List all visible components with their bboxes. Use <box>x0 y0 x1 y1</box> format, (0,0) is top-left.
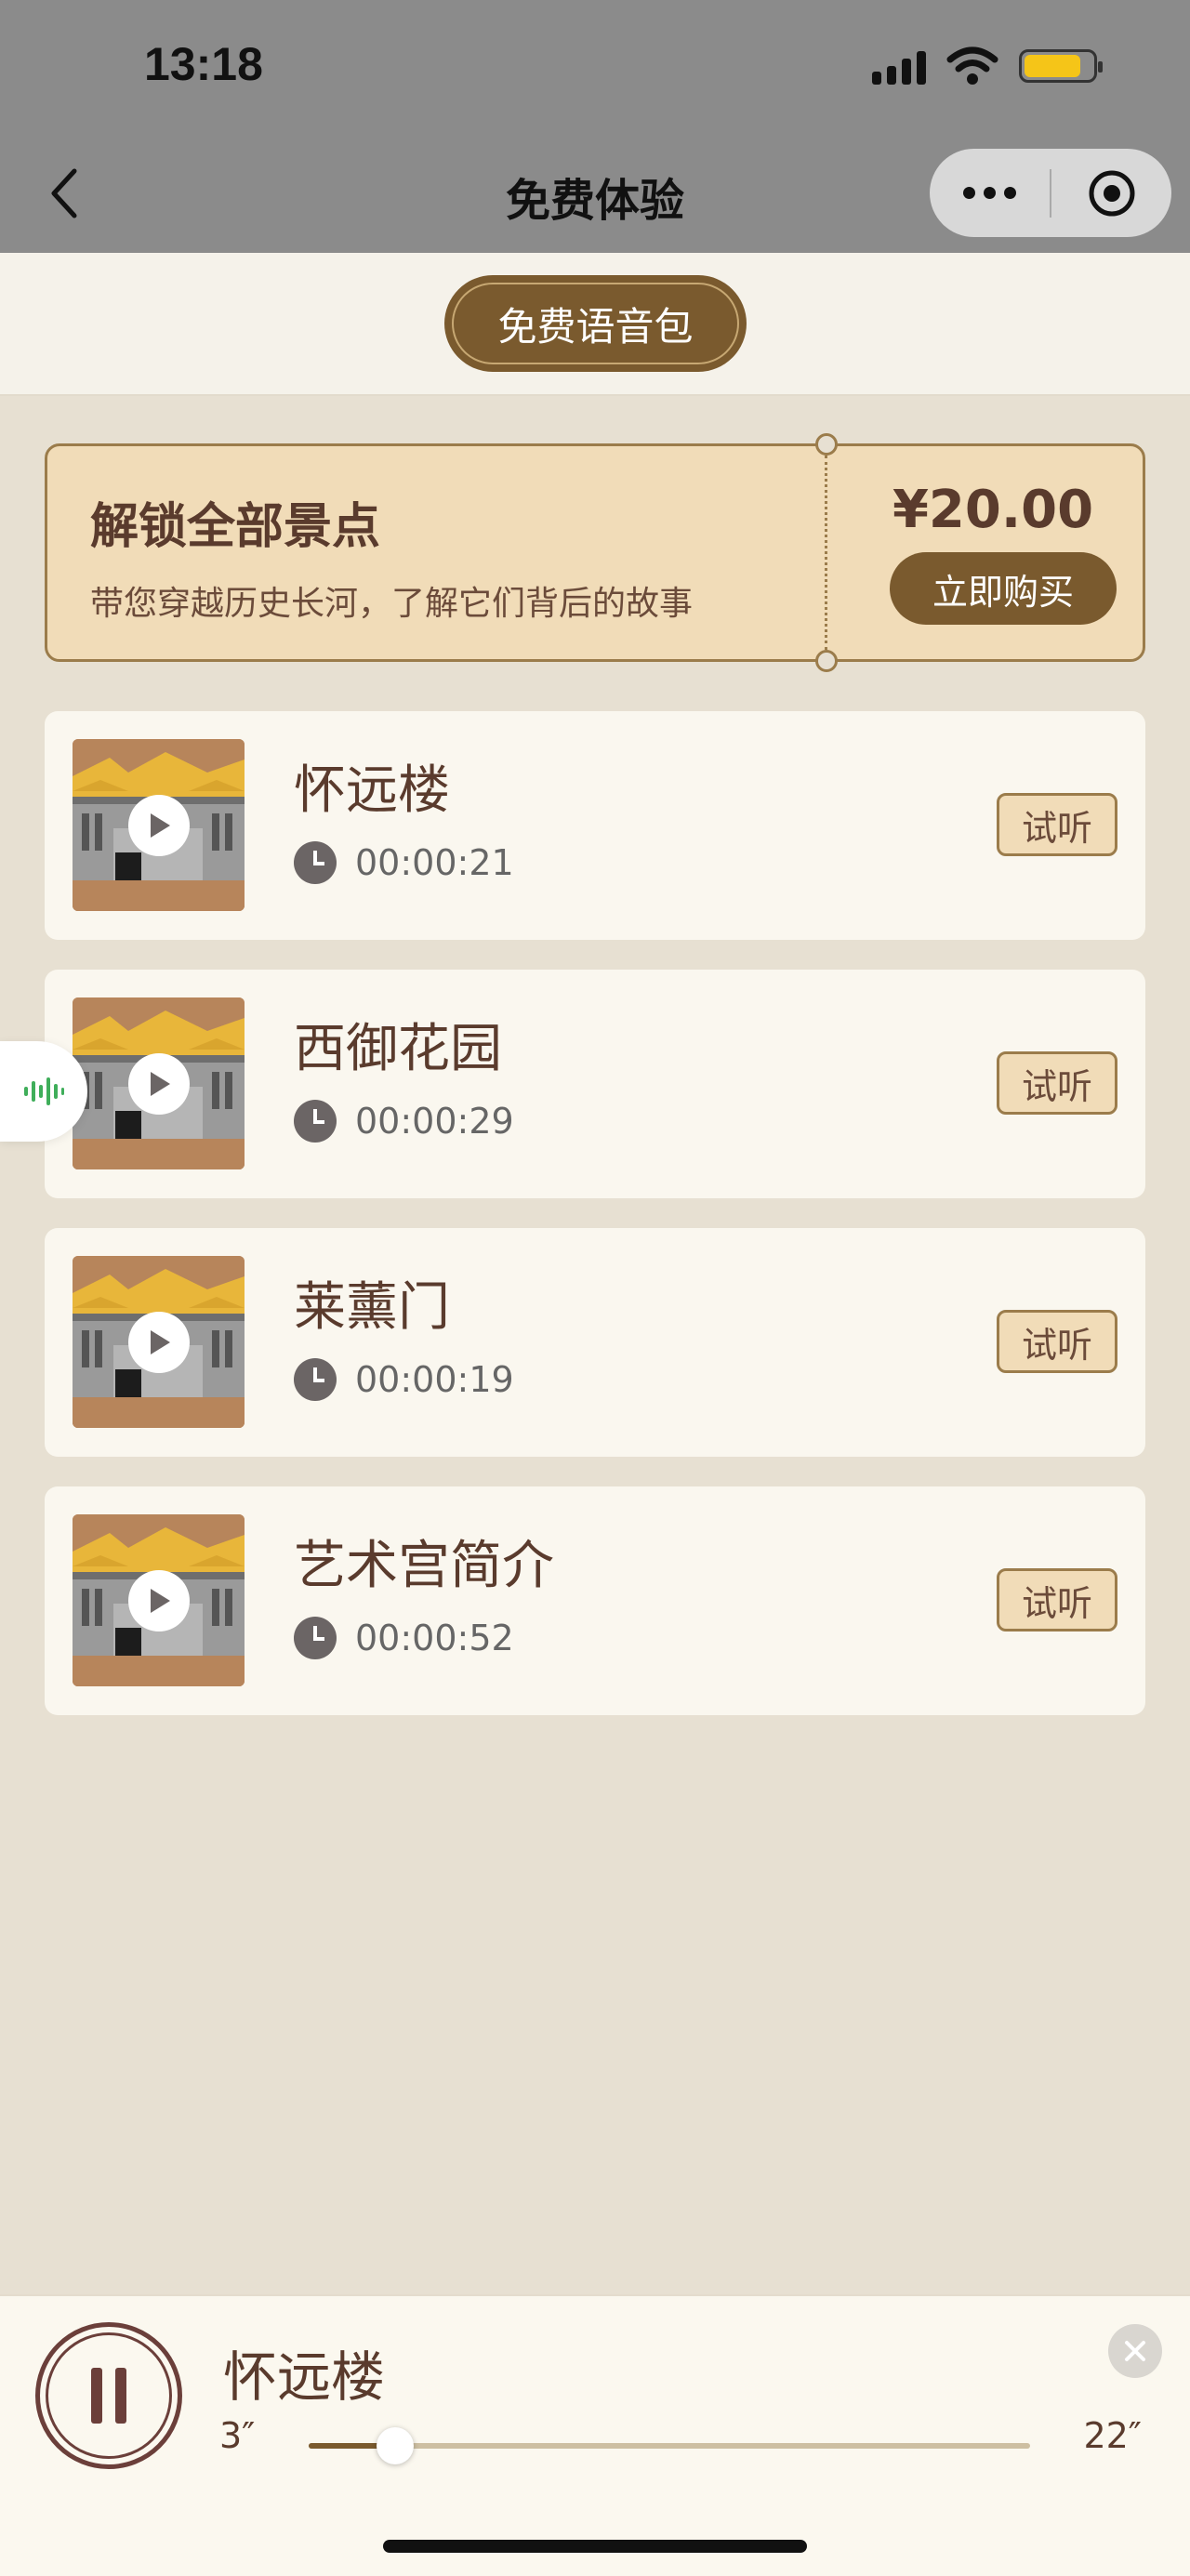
wifi-icon <box>946 46 998 85</box>
total-time: 22″ <box>1083 2415 1142 2456</box>
pill-header: 免费语音包 <box>0 253 1190 396</box>
pause-button[interactable] <box>35 2322 182 2469</box>
close-icon <box>1125 2341 1145 2361</box>
audio-player: 怀远楼 3″ 22″ <box>0 2294 1190 2576</box>
item-title: 怀远楼 <box>294 760 450 821</box>
try-listen-button[interactable]: 试听 <box>997 1310 1117 1373</box>
item-thumbnail[interactable] <box>73 1514 245 1686</box>
item-thumbnail[interactable] <box>73 739 245 911</box>
try-listen-button[interactable]: 试听 <box>997 793 1117 856</box>
free-voice-pack-label: 免费语音包 <box>497 303 694 350</box>
try-listen-button[interactable]: 试听 <box>997 1568 1117 1631</box>
status-icons <box>872 46 1103 86</box>
progress-knob[interactable] <box>377 2427 415 2464</box>
play-icon <box>151 1330 170 1354</box>
play-icon <box>151 813 170 838</box>
audio-list-item[interactable]: 怀远楼 00:00:21 试听 <box>45 711 1145 940</box>
play-icon <box>151 1589 170 1613</box>
item-title: 莱薰门 <box>294 1277 450 1338</box>
home-indicator <box>383 2540 807 2553</box>
unlock-price: ¥20.00 <box>892 480 1094 540</box>
item-duration: 00:00:21 <box>294 841 514 884</box>
play-button[interactable] <box>128 795 190 856</box>
play-button[interactable] <box>128 1053 190 1115</box>
play-button[interactable] <box>128 1312 190 1373</box>
ticket-notch <box>815 650 838 672</box>
item-duration: 00:00:19 <box>294 1358 514 1401</box>
more-dots-icon <box>963 187 975 199</box>
navigation-bar: 免费体验 <box>0 139 1190 253</box>
duration-text: 00:00:52 <box>355 1618 514 1658</box>
pause-icon <box>91 2368 126 2424</box>
item-thumbnail[interactable] <box>73 1256 245 1428</box>
item-title: 西御花园 <box>294 1019 502 1079</box>
item-thumbnail[interactable] <box>73 997 245 1169</box>
mini-program-capsule <box>930 149 1171 237</box>
unlock-all-card: 解锁全部景点 带您穿越历史长河，了解它们背后的故事 ¥20.00 立即购买 <box>45 433 1145 672</box>
progress-slider[interactable] <box>309 2427 1030 2464</box>
more-button[interactable] <box>930 149 1050 237</box>
ticket-notch <box>815 433 838 456</box>
clock-icon <box>294 1100 337 1143</box>
unlock-subtitle: 带您穿越历史长河，了解它们背后的故事 <box>90 585 694 623</box>
play-button[interactable] <box>128 1570 190 1631</box>
sound-wave-icon <box>24 1077 64 1105</box>
clock-icon <box>294 841 337 884</box>
buy-now-button[interactable]: 立即购买 <box>890 552 1117 625</box>
audio-list-item[interactable]: 艺术宫简介 00:00:52 试听 <box>45 1486 1145 1715</box>
unlock-title: 解锁全部景点 <box>90 499 381 555</box>
free-voice-pack-tab[interactable]: 免费语音包 <box>444 275 747 372</box>
try-listen-button[interactable]: 试听 <box>997 1051 1117 1115</box>
clock-icon <box>294 1358 337 1401</box>
target-circle-icon <box>1089 170 1134 216</box>
current-time: 3″ <box>219 2415 256 2456</box>
duration-text: 00:00:19 <box>355 1359 514 1400</box>
signal-icon <box>872 47 926 85</box>
play-icon <box>151 1072 170 1096</box>
battery-icon <box>1019 49 1103 83</box>
item-title: 艺术宫简介 <box>294 1536 554 1596</box>
audio-list-item[interactable]: 莱薰门 00:00:19 试听 <box>45 1228 1145 1457</box>
duration-text: 00:00:29 <box>355 1101 514 1142</box>
clock-icon <box>294 1617 337 1659</box>
item-duration: 00:00:52 <box>294 1617 514 1659</box>
item-duration: 00:00:29 <box>294 1100 514 1143</box>
audio-list-item[interactable]: 西御花园 00:00:29 试听 <box>45 970 1145 1198</box>
close-miniprogram-button[interactable] <box>1051 149 1171 237</box>
duration-text: 00:00:21 <box>355 842 514 883</box>
close-player-button[interactable] <box>1108 2324 1162 2378</box>
ticket-divider <box>825 456 827 650</box>
status-time: 13:18 <box>144 38 263 90</box>
player-title: 怀远楼 <box>223 2345 386 2409</box>
status-bar: 13:18 <box>0 0 1190 139</box>
